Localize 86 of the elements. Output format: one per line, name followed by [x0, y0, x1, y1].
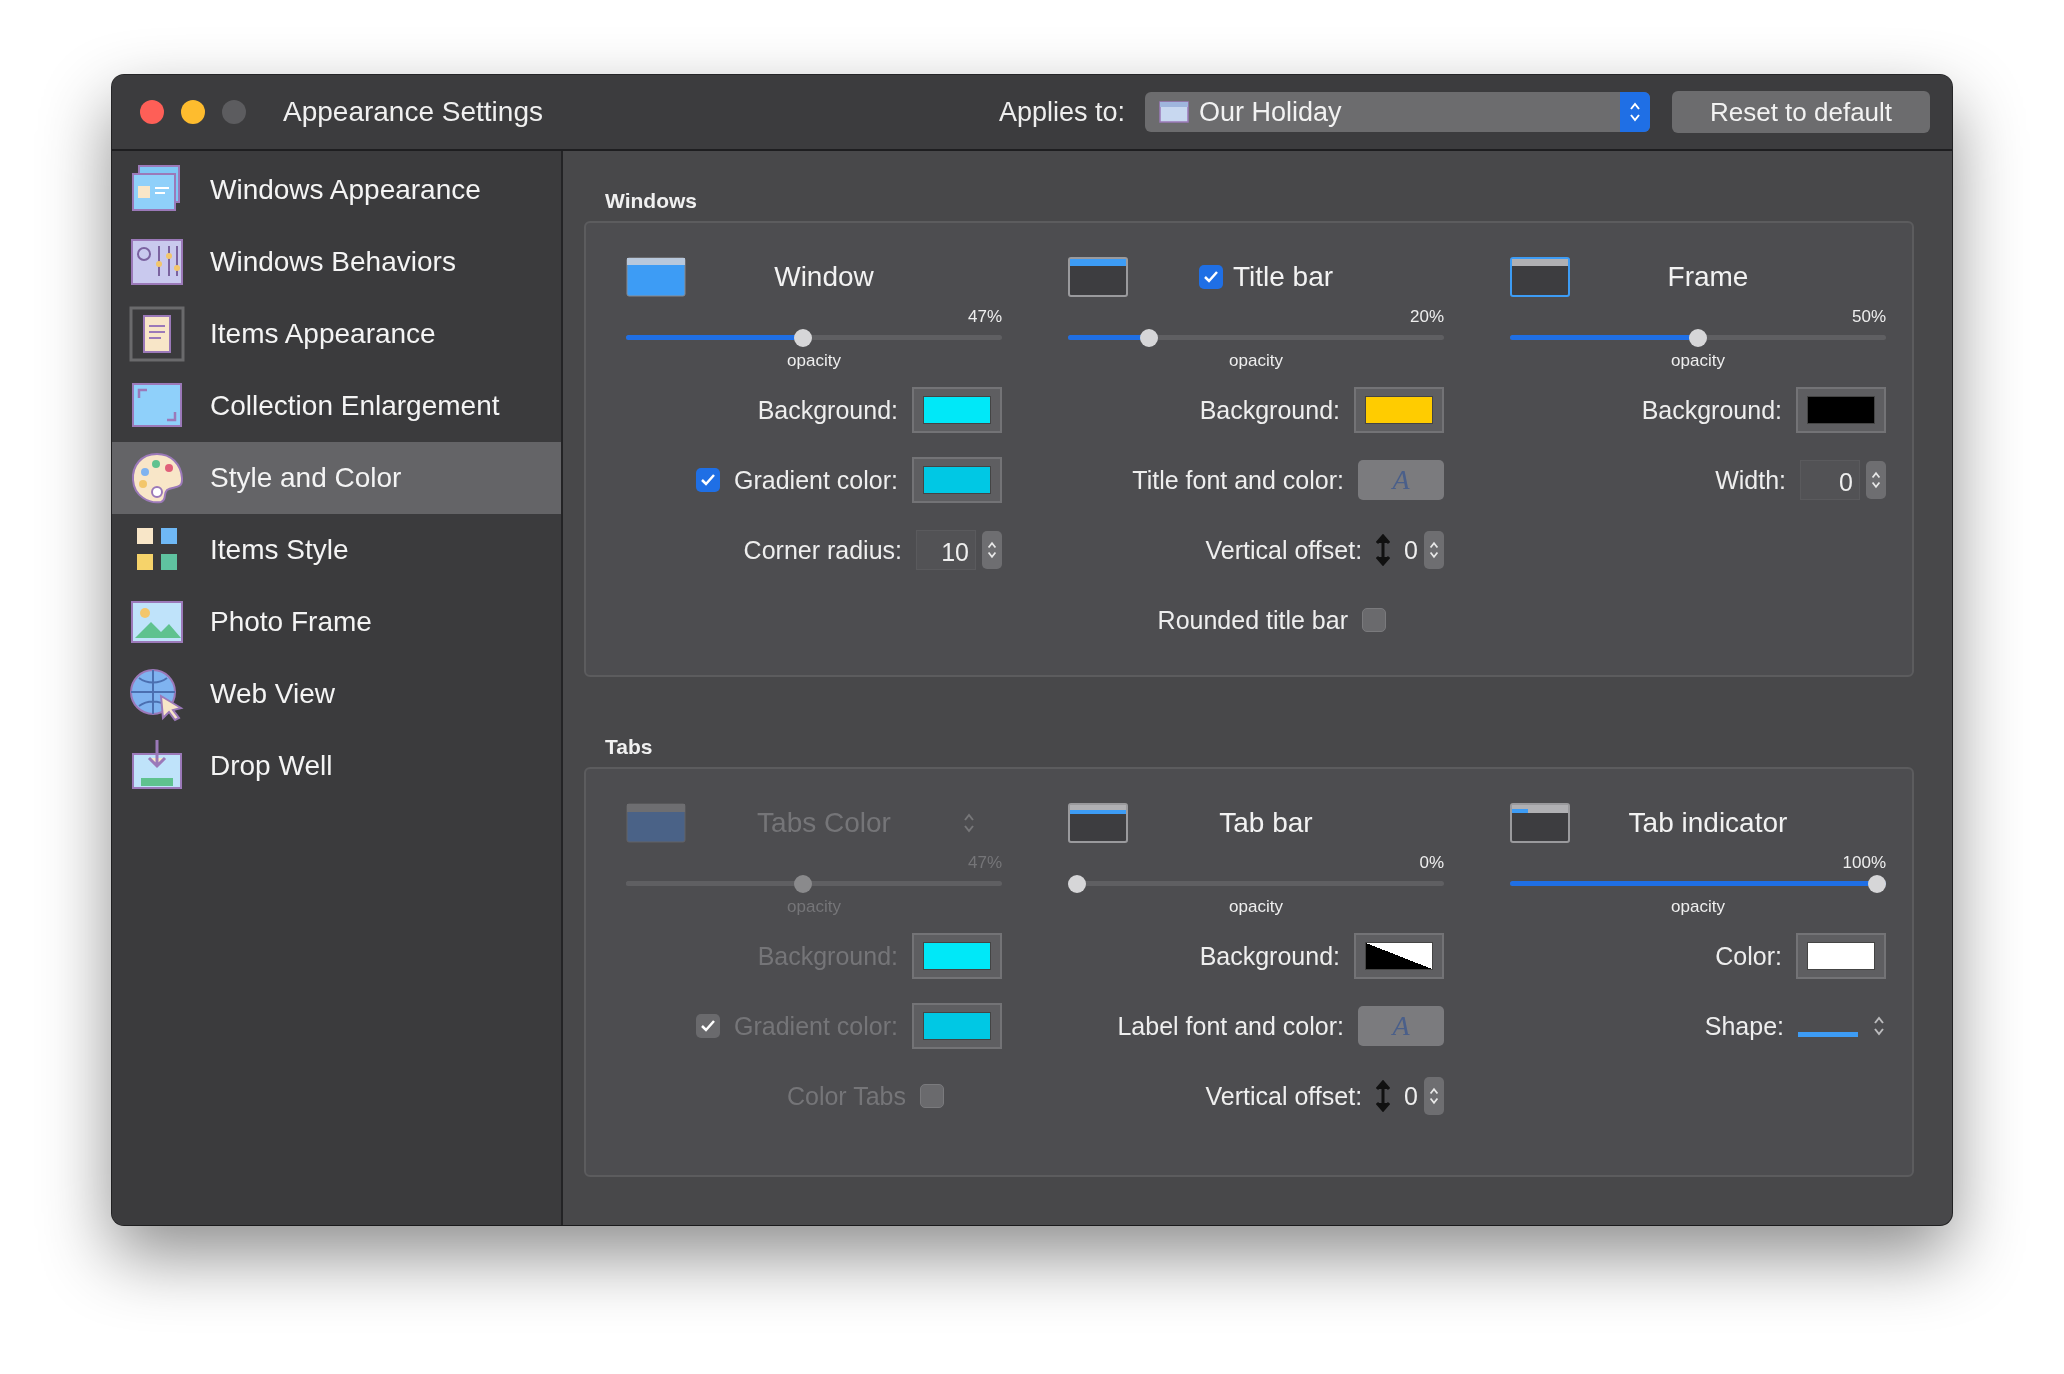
opacity-slider[interactable]	[1068, 875, 1444, 893]
minimize-button[interactable]	[181, 100, 205, 124]
slider-caption: opacity	[1671, 351, 1725, 371]
checkbox[interactable]	[1362, 608, 1386, 632]
color-well[interactable]	[1796, 387, 1886, 433]
opacity-slider[interactable]	[1510, 875, 1886, 893]
field-label: Title font and color:	[1132, 465, 1344, 495]
color-well[interactable]	[1354, 933, 1444, 979]
number-field[interactable]: 0	[1800, 460, 1860, 500]
field-label: Width:	[1715, 465, 1786, 495]
slider-thumb[interactable]	[1868, 875, 1886, 893]
color-well[interactable]	[1354, 387, 1444, 433]
sidebar-item[interactable]: Items Style	[112, 514, 561, 586]
number-field[interactable]: 10	[916, 530, 976, 570]
stepper-button[interactable]	[1424, 1077, 1444, 1115]
percent-reading: 20%	[1409, 307, 1444, 327]
checkbox[interactable]	[1198, 265, 1223, 289]
column-title: Tab indicator	[1628, 807, 1788, 839]
slider-thumb[interactable]	[794, 329, 813, 347]
collection-popup[interactable]: Our Holiday	[1145, 92, 1650, 132]
column-title: Tab bar	[1219, 807, 1313, 839]
opacity-slider[interactable]	[1510, 329, 1886, 347]
stepper-button[interactable]	[982, 531, 1002, 569]
sidebar-item[interactable]: Style and Color	[112, 442, 561, 514]
slider-thumb[interactable]	[1689, 329, 1707, 347]
field-label: Background:	[1199, 941, 1340, 971]
field-label: Gradient color:	[734, 465, 898, 495]
sidebar-item[interactable]: Collection Enlargement	[112, 370, 561, 442]
percent-reading: 0%	[1419, 853, 1444, 873]
slider-caption: opacity	[787, 351, 841, 371]
percent-reading: 47%	[967, 307, 1002, 327]
applies-to-label: Applies to:	[998, 96, 1125, 128]
percent-reading: 50%	[1851, 307, 1886, 327]
slider-caption: opacity	[1229, 897, 1283, 917]
field-label: Vertical offset:	[1205, 535, 1363, 565]
field-label: Color:	[1715, 941, 1782, 971]
field-label: Corner radius:	[743, 535, 902, 565]
percent-reading: 100%	[1842, 853, 1886, 873]
sidebar-item[interactable]: Windows Behaviors	[112, 226, 561, 298]
checkmark-icon	[700, 1019, 717, 1033]
color-well[interactable]	[912, 387, 1002, 433]
color-well[interactable]	[1796, 933, 1886, 979]
checkbox[interactable]	[696, 468, 721, 492]
section-title: Windows	[605, 189, 698, 213]
field-label: Label font and color:	[1117, 1011, 1344, 1041]
offset-value: 0	[1404, 1081, 1418, 1111]
globe-cursor-icon	[129, 666, 185, 722]
sidebar-item[interactable]: Web View	[112, 658, 561, 730]
color-well[interactable]	[912, 933, 1002, 979]
sidebar-item[interactable]: Photo Frame	[112, 586, 561, 658]
diagonal-split-swatch	[1365, 942, 1433, 970]
column-title: Title bar	[1232, 261, 1334, 293]
section-title: Tabs	[605, 735, 654, 759]
sidebar-item[interactable]: Drop Well	[112, 730, 561, 802]
palette-icon	[129, 450, 185, 506]
checkmark-icon	[1202, 270, 1219, 284]
checkbox-label: Rounded title bar	[1157, 605, 1348, 635]
opacity-slider[interactable]	[1068, 329, 1444, 347]
slider-caption: opacity	[1671, 897, 1725, 917]
window-title: Appearance Settings	[283, 96, 544, 128]
color-well[interactable]	[912, 457, 1002, 503]
up-down-arrow-icon	[1376, 1080, 1391, 1112]
column-title: Frame	[1667, 261, 1749, 293]
opacity-slider[interactable]	[626, 329, 1002, 347]
slider-thumb[interactable]	[1139, 329, 1158, 347]
field-label: Background:	[1641, 395, 1782, 425]
stepper-button[interactable]	[1866, 461, 1886, 499]
document-icon	[129, 306, 185, 362]
slider-thumb[interactable]	[1068, 875, 1086, 893]
up-down-arrow-icon	[1376, 534, 1391, 566]
underline-shape-icon	[1798, 1032, 1858, 1038]
reset-button[interactable]: Reset to default	[1672, 91, 1930, 133]
field-label: Vertical offset:	[1205, 1081, 1363, 1111]
sidebar-item[interactable]: Items Appearance	[112, 298, 561, 370]
close-button[interactable]	[140, 100, 164, 124]
checkmark-icon	[700, 473, 717, 487]
field-label: Shape:	[1704, 1011, 1784, 1041]
slider-caption: opacity	[1229, 351, 1283, 371]
offset-value: 0	[1404, 535, 1418, 565]
window-icon	[1159, 101, 1189, 123]
color-well[interactable]	[912, 1003, 1002, 1049]
column-title: Window	[774, 261, 874, 293]
field-label: Background:	[757, 395, 898, 425]
stepper-button[interactable]	[1424, 531, 1444, 569]
field-label: Background:	[1199, 395, 1340, 425]
sidebar-item[interactable]: Windows Appearance	[112, 154, 561, 226]
